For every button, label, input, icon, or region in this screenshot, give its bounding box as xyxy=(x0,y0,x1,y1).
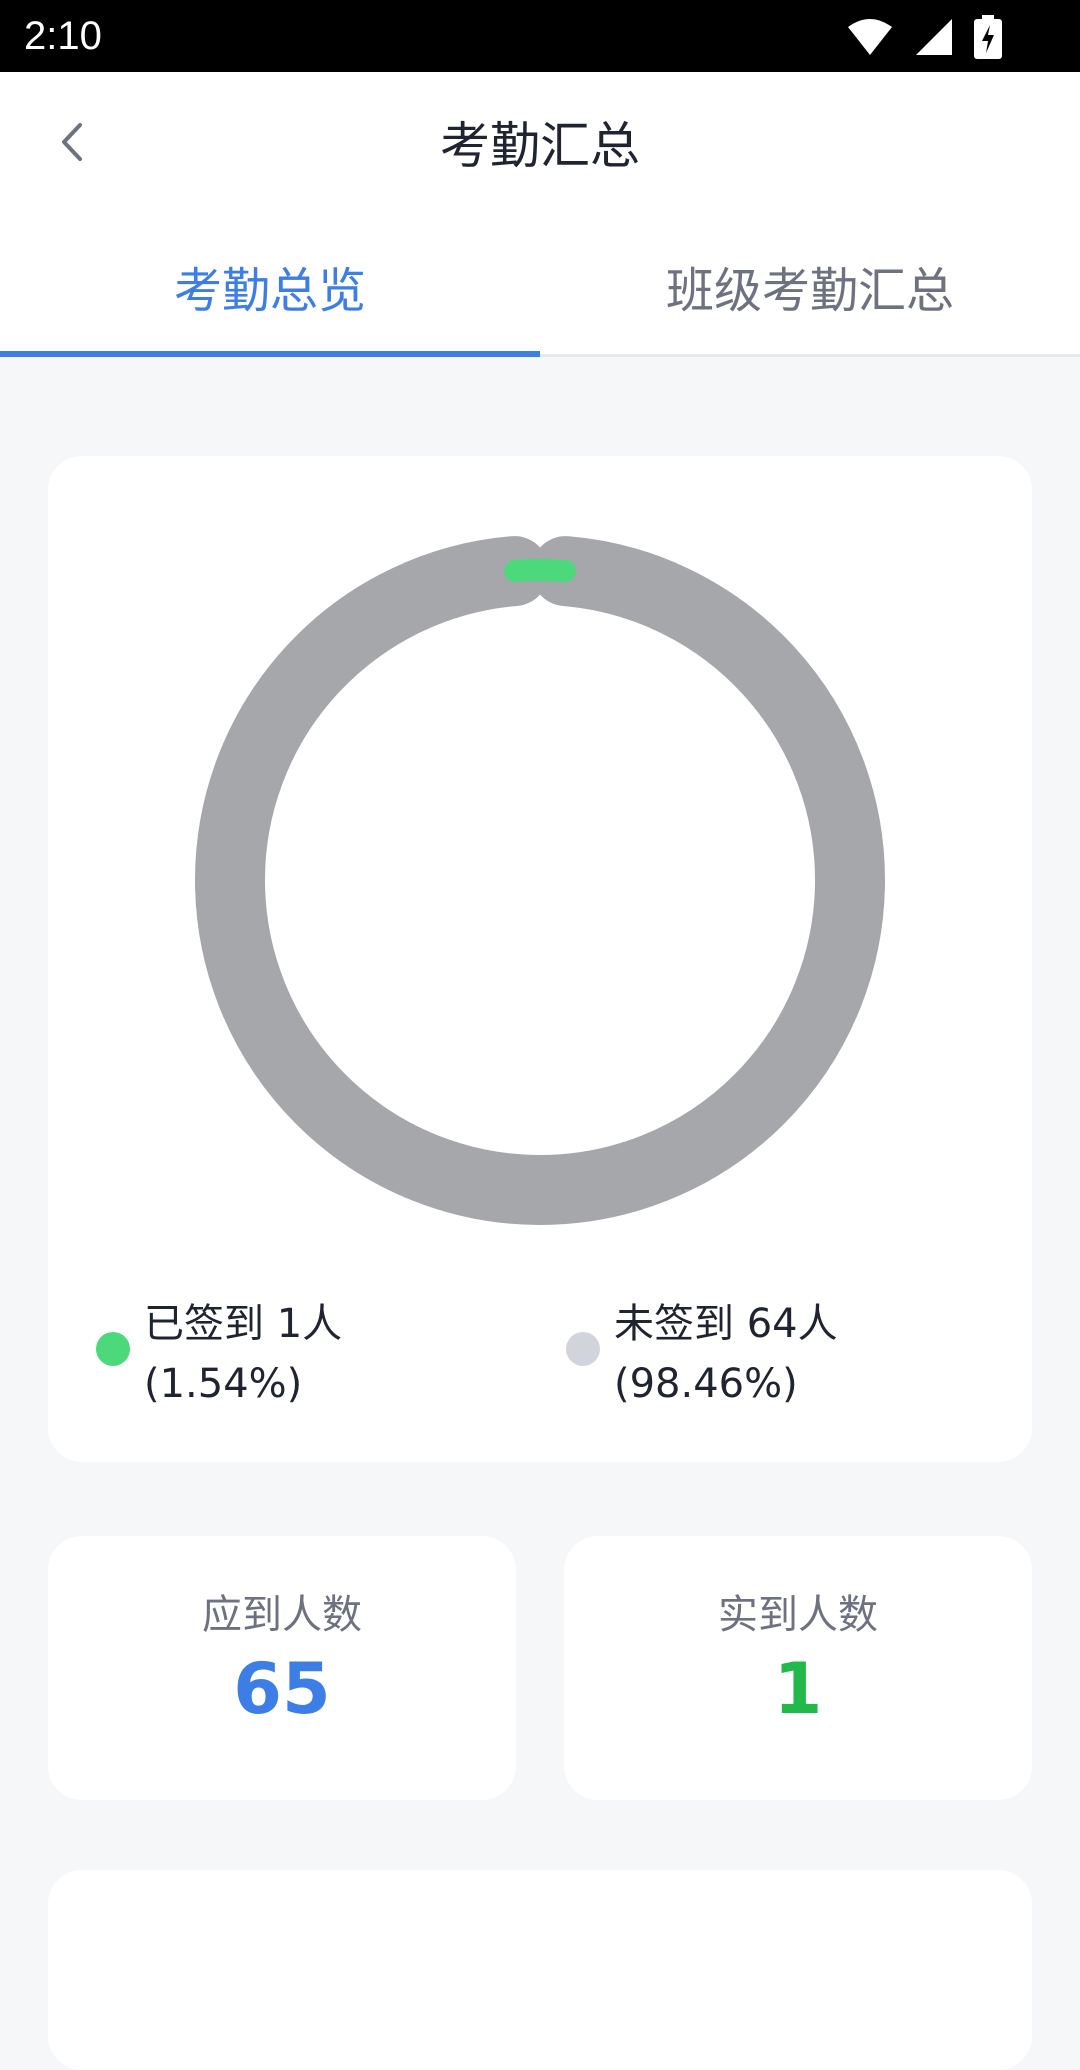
tab-attendance-overview[interactable]: 考勤总览 xyxy=(0,222,540,357)
tab-indicator xyxy=(0,351,540,357)
legend-text: 已签到 1人 (1.54%) xyxy=(144,1294,342,1414)
tab-label: 班级考勤汇总 xyxy=(665,262,954,319)
signal-icon xyxy=(916,19,952,55)
status-bar: 2:10 xyxy=(0,0,1080,72)
app-header: 考勤汇总 xyxy=(0,72,1080,222)
wifi-icon xyxy=(848,19,892,55)
legend-signed-percent: (1.54%) xyxy=(144,1361,303,1407)
tab-label: 考勤总览 xyxy=(173,262,366,319)
tab-class-attendance-summary[interactable]: 班级考勤汇总 xyxy=(540,222,1080,357)
attendance-chart-card: 已签到 1人 (1.54%) 未签到 64人 (98.46%) xyxy=(48,456,1032,1462)
page-title: 考勤汇总 xyxy=(440,117,640,175)
details-card xyxy=(48,1870,1032,2070)
donut-slice-unsigned xyxy=(195,535,885,1225)
actual-count-card: 实到人数 1 xyxy=(564,1536,1032,1800)
actual-count-label: 实到人数 xyxy=(718,1592,878,1638)
tab-bar: 考勤总览 班级考勤汇总 xyxy=(0,222,1080,357)
actual-count-value: 1 xyxy=(773,1648,823,1730)
status-time: 2:10 xyxy=(24,14,102,58)
legend-unsigned: 未签到 64人 (98.46%) xyxy=(566,1294,838,1414)
legend-dot-unsigned xyxy=(566,1332,600,1366)
expected-count-label: 应到人数 xyxy=(202,1592,362,1638)
legend-signed: 已签到 1人 (1.54%) xyxy=(96,1294,342,1414)
legend-unsigned-count: 未签到 64人 xyxy=(614,1301,838,1347)
attendance-donut-chart xyxy=(195,535,885,1225)
legend-unsigned-percent: (98.46%) xyxy=(614,1361,798,1407)
battery-charging-icon xyxy=(974,15,1002,59)
legend-text: 未签到 64人 (98.46%) xyxy=(614,1294,838,1414)
legend-signed-count: 已签到 1人 xyxy=(144,1301,343,1347)
status-icons xyxy=(846,14,1002,60)
legend-dot-signed xyxy=(96,1332,130,1366)
expected-count-value: 65 xyxy=(233,1648,331,1730)
expected-count-card: 应到人数 65 xyxy=(48,1536,516,1800)
